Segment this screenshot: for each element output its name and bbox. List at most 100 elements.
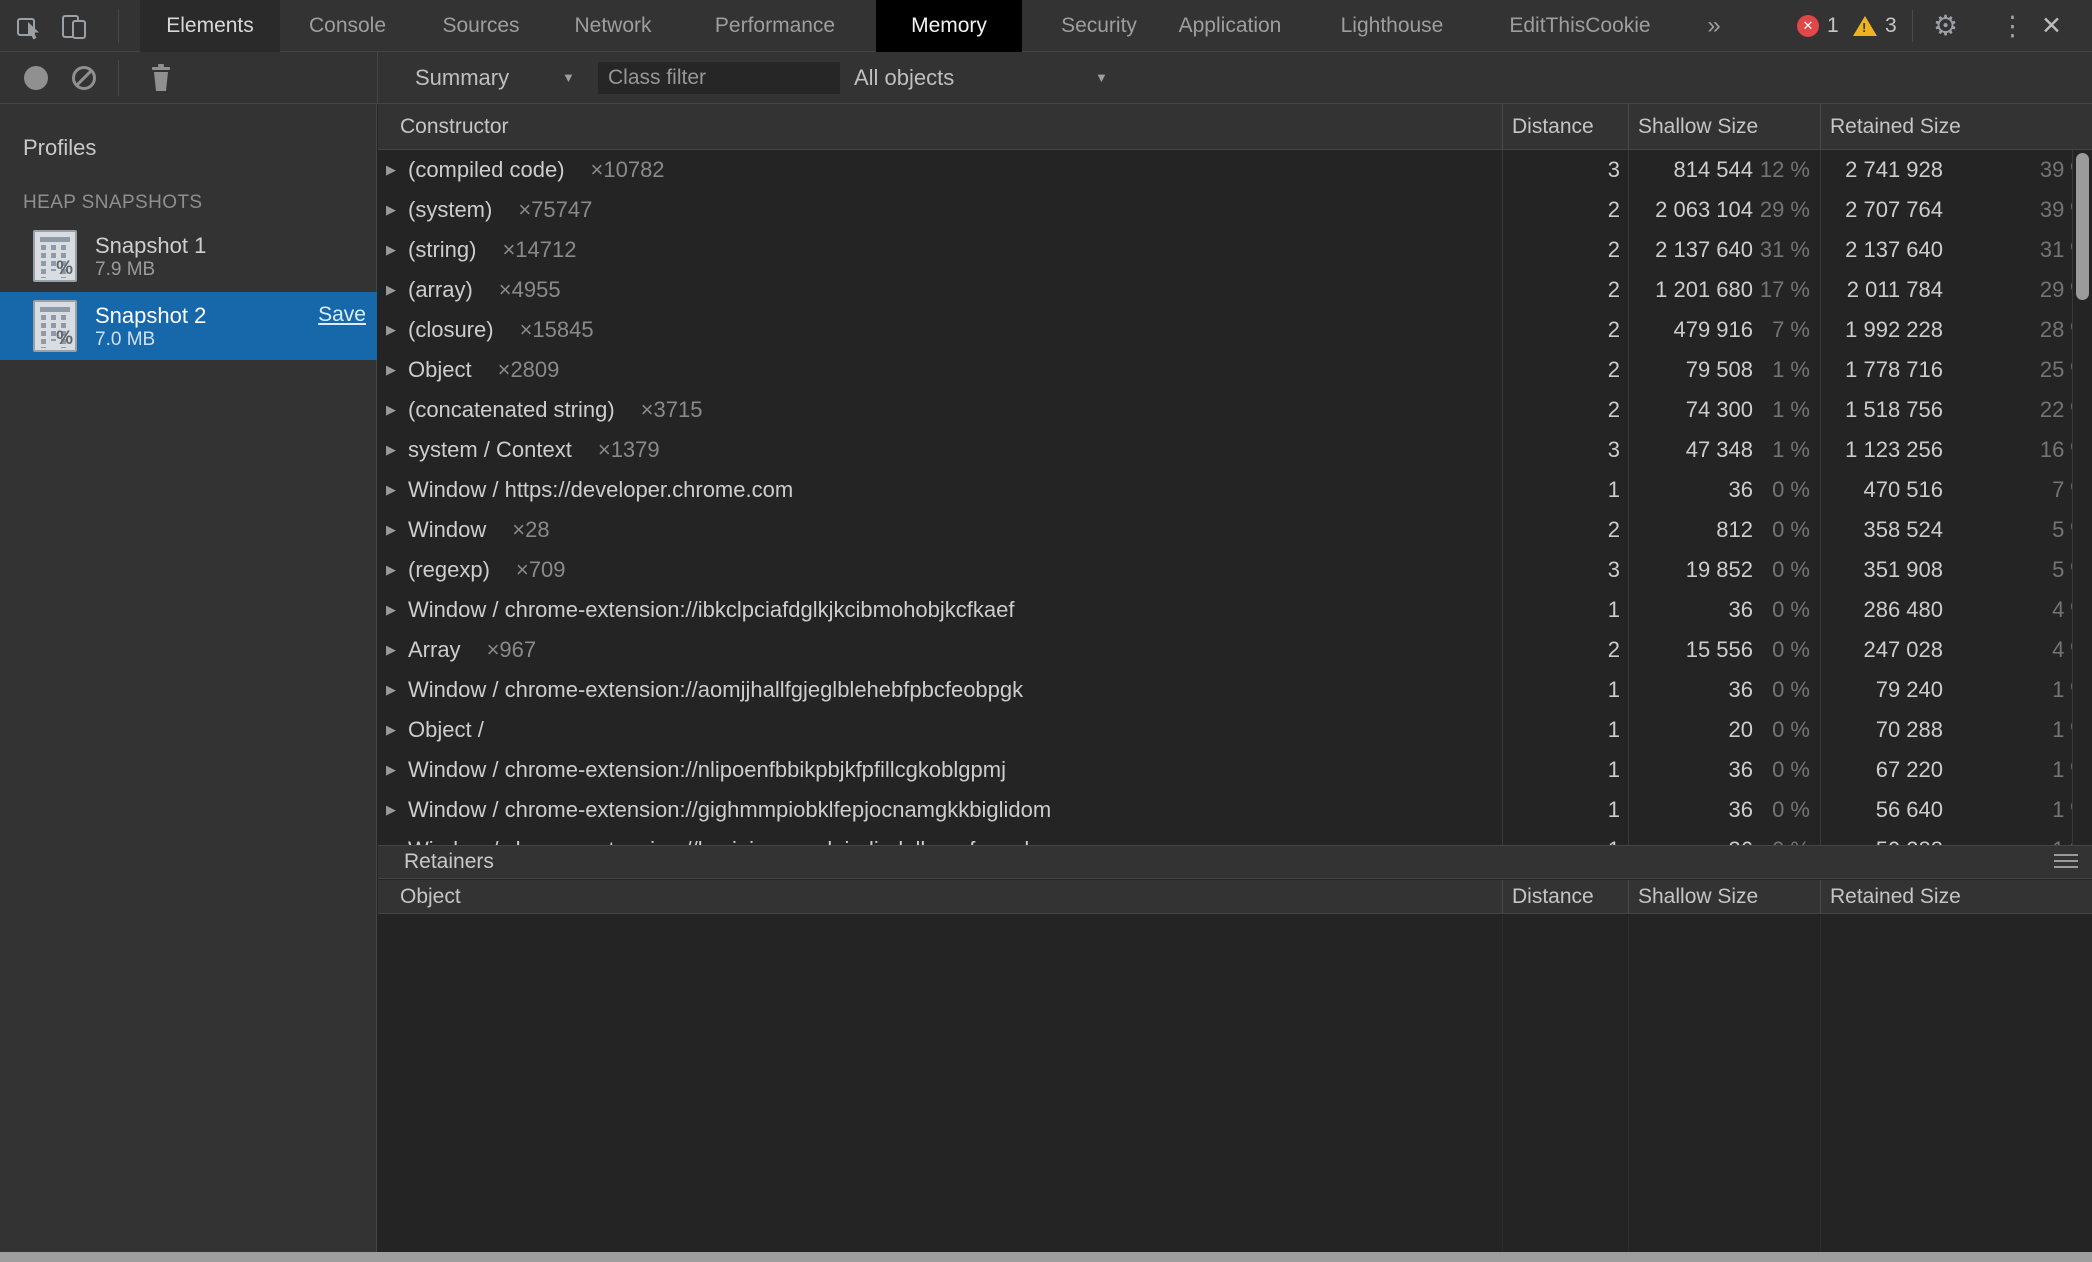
- record-heap-icon[interactable]: [24, 66, 48, 90]
- expander-icon[interactable]: ▶: [386, 802, 401, 818]
- expander-icon[interactable]: ▶: [386, 322, 401, 338]
- expander-icon[interactable]: ▶: [386, 442, 401, 458]
- expander-icon[interactable]: ▶: [386, 402, 401, 418]
- expander-icon[interactable]: ▶: [386, 562, 401, 578]
- distance-cell: 1: [1502, 597, 1628, 623]
- vertical-scrollbar[interactable]: [2072, 150, 2092, 845]
- table-row[interactable]: ▶Window / chrome-extension://nlipoenfbbi…: [378, 750, 2092, 790]
- tab-security[interactable]: Security: [1040, 0, 1158, 52]
- delete-profile-icon[interactable]: [147, 63, 175, 93]
- column-header-distance[interactable]: Distance: [1502, 115, 1628, 139]
- tab-performance[interactable]: Performance: [695, 0, 855, 52]
- perspective-select[interactable]: Summary: [415, 52, 509, 104]
- chevron-down-icon[interactable]: ▼: [1095, 52, 1108, 104]
- expander-icon[interactable]: ▶: [386, 202, 401, 218]
- retained-size-cell: 56 6401 %: [1820, 797, 2092, 823]
- error-count[interactable]: 1: [1827, 0, 1839, 52]
- column-divider: [1628, 880, 1629, 914]
- table-row[interactable]: ▶Window / https://developer.chrome.com13…: [378, 470, 2092, 510]
- tab-sources[interactable]: Sources: [425, 0, 537, 52]
- tab-console[interactable]: Console: [290, 0, 405, 52]
- constructor-cell: ▶(compiled code)×10782: [378, 157, 1502, 183]
- objects-scope-select[interactable]: All objects: [854, 52, 954, 104]
- column-header-object[interactable]: Object: [378, 885, 1502, 909]
- constructor-cell: ▶Window×28: [378, 517, 1502, 543]
- expander-icon[interactable]: ▶: [386, 362, 401, 378]
- table-row[interactable]: ▶Window×2828120 %358 5245 %: [378, 510, 2092, 550]
- shallow-size-cell: 200 %: [1628, 717, 1820, 743]
- column-header-retained-size[interactable]: Retained Size: [1820, 885, 2092, 909]
- error-x: ✕: [1803, 18, 1814, 33]
- error-badge-icon[interactable]: ✕: [1797, 15, 1819, 37]
- table-row[interactable]: ▶Window / chrome-extension://aomjjhallfg…: [378, 670, 2092, 710]
- table-row[interactable]: ▶Array×967215 5560 %247 0284 %: [378, 630, 2092, 670]
- shallow-size-cell: 1 201 68017 %: [1628, 277, 1820, 303]
- table-row[interactable]: ▶Object /1200 %70 2881 %: [378, 710, 2092, 750]
- tab-memory[interactable]: Memory: [876, 0, 1022, 52]
- tab-editthiscookie[interactable]: EditThisCookie: [1486, 0, 1674, 52]
- tab-lighthouse[interactable]: Lighthouse: [1320, 0, 1464, 52]
- expander-icon[interactable]: ▶: [386, 642, 401, 658]
- table-row[interactable]: ▶(system)×7574722 063 10429 %2 707 76439…: [378, 190, 2092, 230]
- expander-icon[interactable]: ▶: [386, 762, 401, 778]
- retained-size-cell: 2 707 76439 %: [1820, 197, 2092, 223]
- devtools-window: ElementsConsole Sources Network Performance…: [0, 0, 2092, 1262]
- expander-icon[interactable]: ▶: [386, 482, 401, 498]
- tab-network[interactable]: Network: [557, 0, 669, 52]
- table-row[interactable]: ▶(regexp)×709319 8520 %351 9085 %: [378, 550, 2092, 590]
- instance-count: ×1379: [598, 437, 660, 463]
- table-row[interactable]: ▶Window / chrome-extension://kecinicomgo…: [378, 830, 2092, 845]
- constructor-name: Window / chrome-extension://ibkclpciafdg…: [408, 597, 1014, 623]
- column-header-shallow-size[interactable]: Shallow Size: [1628, 115, 1820, 139]
- retained-size-cell: 79 2401 %: [1820, 677, 2092, 703]
- column-header-distance[interactable]: Distance: [1502, 885, 1628, 909]
- expander-icon[interactable]: ▶: [386, 522, 401, 538]
- tab-elements[interactable]: Elements: [140, 0, 280, 52]
- retained-size-cell: 1 518 75622 %: [1820, 397, 2092, 423]
- heap-snapshots-section-label: HEAP SNAPSHOTS: [23, 192, 202, 214]
- distance-cell: 1: [1502, 717, 1628, 743]
- column-divider: [1628, 150, 1629, 845]
- column-header-shallow-size[interactable]: Shallow Size: [1628, 885, 1820, 909]
- chevron-down-icon[interactable]: ▼: [562, 52, 575, 104]
- save-snapshot-link[interactable]: Save: [318, 303, 366, 327]
- kebab-menu-icon[interactable]: ⋮: [1999, 0, 2026, 52]
- table-row[interactable]: ▶(string)×1471222 137 64031 %2 137 64031…: [378, 230, 2092, 270]
- heap-summary-grid: Constructor Distance Shallow Size Retain…: [378, 104, 2092, 1252]
- warning-count[interactable]: 3: [1885, 0, 1897, 52]
- expander-icon[interactable]: ▶: [386, 682, 401, 698]
- column-header-retained-size[interactable]: Retained Size: [1820, 115, 2092, 139]
- table-row[interactable]: ▶(compiled code)×107823814 54412 %2 741 …: [378, 150, 2092, 190]
- table-row[interactable]: ▶(array)×495521 201 68017 %2 011 78429 %: [378, 270, 2092, 310]
- class-filter-input[interactable]: [598, 62, 840, 94]
- expander-icon[interactable]: ▶: [386, 722, 401, 738]
- table-row[interactable]: ▶(concatenated string)×3715274 3001 %1 5…: [378, 390, 2092, 430]
- column-divider: [1502, 150, 1503, 845]
- device-toolbar-icon[interactable]: [60, 12, 88, 40]
- more-tabs-chevron[interactable]: »: [1692, 0, 1736, 52]
- scrollbar-thumb[interactable]: [2076, 153, 2089, 300]
- hamburger-menu-icon[interactable]: [2054, 854, 2078, 872]
- close-devtools-icon[interactable]: ✕: [2041, 0, 2062, 52]
- column-header-constructor[interactable]: Constructor: [378, 115, 1502, 139]
- sidebar-item-snapshot-1[interactable]: % Snapshot 1 7.9 MB: [0, 222, 377, 290]
- expander-icon[interactable]: ▶: [386, 162, 401, 178]
- expander-icon[interactable]: ▶: [386, 242, 401, 258]
- sidebar-item-snapshot-2-selected[interactable]: % Snapshot 2 7.0 MB Save: [0, 292, 377, 360]
- shallow-size-cell: 360 %: [1628, 757, 1820, 783]
- constructor-name: Object /: [408, 717, 484, 743]
- column-divider: [1820, 915, 1821, 1252]
- tab-application[interactable]: Application: [1162, 0, 1298, 52]
- clear-profiles-icon[interactable]: [72, 66, 96, 90]
- expander-icon[interactable]: ▶: [386, 602, 401, 618]
- distance-cell: 2: [1502, 637, 1628, 663]
- expander-icon[interactable]: ▶: [386, 282, 401, 298]
- table-row[interactable]: ▶system / Context×1379347 3481 %1 123 25…: [378, 430, 2092, 470]
- table-row[interactable]: ▶ Window / chrome-extension://ibkclpciafd…: [378, 590, 2092, 630]
- distance-cell: 1: [1502, 677, 1628, 703]
- table-row[interactable]: ▶Window / chrome-extension://gighmmpiobk…: [378, 790, 2092, 830]
- inspect-element-icon[interactable]: [15, 12, 43, 40]
- table-row[interactable]: ▶Object×2809279 5081 %1 778 71625 %: [378, 350, 2092, 390]
- settings-gear-icon[interactable]: ⚙: [1933, 0, 1958, 52]
- table-row[interactable]: ▶(closure)×158452479 9167 %1 992 22828 %: [378, 310, 2092, 350]
